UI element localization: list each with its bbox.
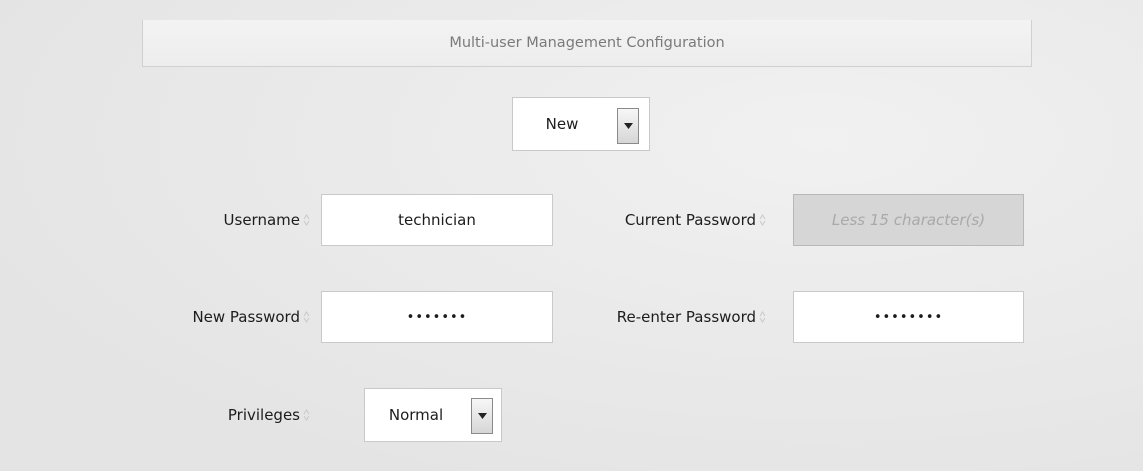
section-header: Multi-user Management Configuration [142,20,1032,67]
reenter-password-label: Re-enter Password [560,306,766,328]
privileges-label: Privileges [140,404,310,426]
sort-arrows-icon [759,214,766,226]
username-label-text: Username [223,211,300,229]
new-password-label: New Password [120,306,310,328]
caret-down-icon [477,413,487,419]
sort-arrows-icon [303,214,310,226]
privileges-select[interactable]: Normal [364,388,502,442]
caret-down-icon [623,123,633,129]
sort-arrows-icon [759,311,766,323]
mode-select[interactable]: New [512,97,650,151]
privileges-dropdown-button[interactable] [471,398,493,434]
current-password-label-text: Current Password [624,211,756,229]
new-password-field[interactable] [321,291,553,343]
new-password-label-text: New Password [192,308,300,326]
section-title: Multi-user Management Configuration [449,35,725,51]
privileges-label-text: Privileges [227,406,300,424]
username-field[interactable] [321,194,553,246]
sort-arrows-icon [303,311,310,323]
current-password-field[interactable] [793,194,1024,246]
reenter-password-field[interactable] [793,291,1024,343]
mode-dropdown-button[interactable] [617,108,639,144]
username-label: Username [140,209,310,231]
reenter-password-label-text: Re-enter Password [616,308,756,326]
current-password-label: Current Password [560,209,766,231]
sort-arrows-icon [303,409,310,421]
